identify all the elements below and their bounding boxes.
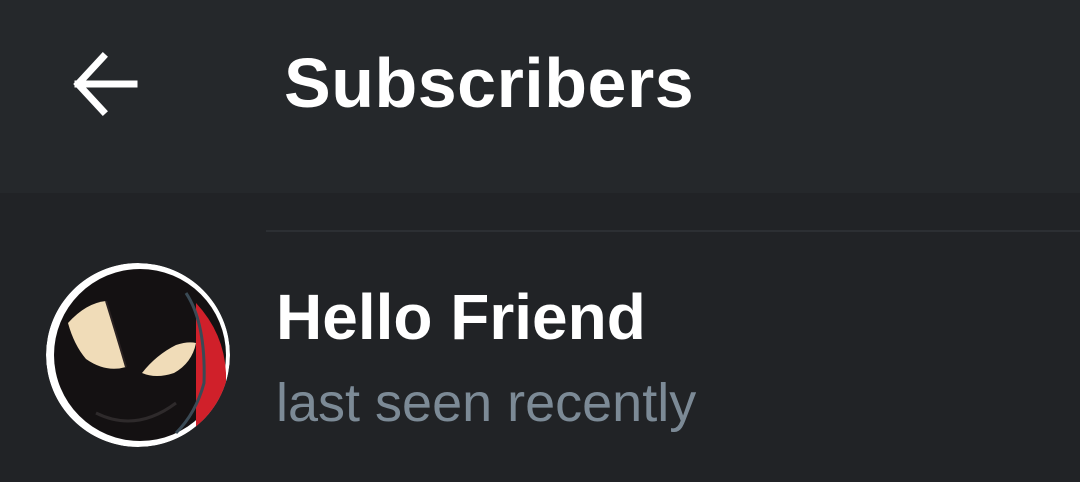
subscriber-name: Hello Friend bbox=[276, 281, 646, 353]
back-button[interactable] bbox=[60, 44, 150, 124]
list-divider bbox=[266, 230, 1080, 232]
subscriber-list: Hello Friend last seen recently bbox=[0, 193, 1080, 482]
arrow-left-icon bbox=[73, 52, 138, 116]
page-title: Subscribers bbox=[284, 44, 695, 122]
avatar[interactable] bbox=[46, 263, 230, 447]
subscriber-row[interactable]: Hello Friend last seen recently bbox=[0, 233, 1080, 482]
subscriber-status: last seen recently bbox=[276, 373, 697, 433]
subscribers-screen: Subscribers Hello Friend last seen recen… bbox=[0, 0, 1080, 482]
masked-hero-avatar-icon bbox=[46, 263, 230, 447]
top-app-bar: Subscribers bbox=[0, 0, 1080, 193]
